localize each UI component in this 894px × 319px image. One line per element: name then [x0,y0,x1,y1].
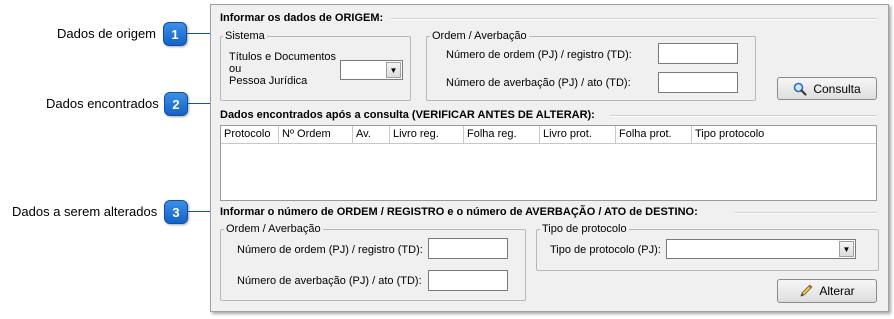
origem-numero-ordem-label: Número de ordem (PJ) / registro (TD): [446,49,632,61]
tipo-protocolo-label: Tipo de protocolo (PJ): [550,244,661,256]
sistema-select[interactable]: ▼ [340,60,403,80]
destino-section-title: Informar o número de ORDEM / REGISTRO e … [220,206,698,218]
column-header-folha-reg[interactable]: Folha reg. [464,126,540,143]
callout-badge-3: 3 [164,200,188,224]
origem-numero-averbacao-input[interactable] [658,72,738,93]
column-header-av[interactable]: Av. [353,126,390,143]
form-panel: Informar os dados de ORIGEM: Sistema Tít… [210,4,889,312]
encontrados-section-divider [610,115,877,117]
origem-section-divider [391,18,877,20]
tipo-protocolo-group-title: Tipo de protocolo [540,223,629,235]
column-header-livro-prot[interactable]: Livro prot. [540,126,616,143]
alterar-button-label: Alterar [819,284,855,298]
callout-label-encontrados: Dados encontrados [46,96,159,111]
origem-numero-ordem-input[interactable] [658,43,738,64]
origem-section-title: Informar os dados de ORIGEM: [220,12,384,24]
alterar-button[interactable]: Alterar [777,279,877,303]
destino-numero-averbacao-input[interactable] [428,270,508,291]
destino-numero-averbacao-label: Número de averbação (PJ) / ato (TD): [237,275,422,287]
results-grid[interactable]: Protocolo Nº Ordem Av. Livro reg. Folha … [220,125,877,201]
callout-label-alterados: Dados a serem alterados [12,204,158,219]
callout-badge-2: 2 [164,92,188,116]
destino-numero-ordem-input[interactable] [428,238,508,259]
chevron-down-icon[interactable]: ▼ [839,241,854,257]
consulta-button[interactable]: Consulta [777,77,877,100]
search-icon [794,82,807,96]
tipo-protocolo-select[interactable]: ▼ [666,239,856,259]
sistema-label-line2: ou [229,63,242,75]
consulta-button-label: Consulta [813,81,861,96]
chevron-down-icon[interactable]: ▼ [386,62,401,78]
destino-ordem-group-title: Ordem / Averbação [224,223,323,235]
sistema-label-line3: Pessoa Jurídica [229,75,308,87]
results-grid-header: Protocolo Nº Ordem Av. Livro reg. Folha … [221,126,876,144]
sistema-label-line1: Títulos e Documentos [229,51,336,63]
column-header-protocolo[interactable]: Protocolo [221,126,279,143]
encontrados-section-title: Dados encontrados após a consulta (VERIF… [220,109,595,121]
pencil-icon [800,284,813,297]
origem-ordem-group-title: Ordem / Averbação [430,30,529,42]
callout-label-origem: Dados de origem [57,26,156,41]
column-header-numero-ordem[interactable]: Nº Ordem [279,126,353,143]
destino-numero-ordem-label: Número de ordem (PJ) / registro (TD): [237,244,423,256]
callout-badge-1: 1 [163,22,187,46]
destino-section-divider [735,212,877,214]
column-header-tipo-protocolo[interactable]: Tipo protocolo [692,126,878,143]
column-header-livro-reg[interactable]: Livro reg. [390,126,464,143]
origem-numero-averbacao-label: Número de averbação (PJ) / ato (TD): [446,77,631,89]
sistema-group-title: Sistema [223,30,267,42]
column-header-folha-prot[interactable]: Folha prot. [616,126,692,143]
